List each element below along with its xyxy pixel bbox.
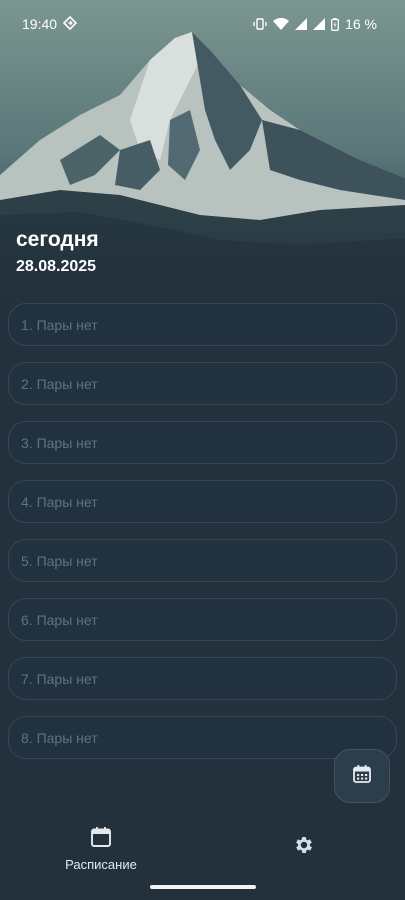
lesson-label: 1. Пары нет — [21, 316, 98, 333]
location-icon — [62, 15, 78, 33]
lesson-card[interactable]: 4. Пары нет — [8, 480, 397, 523]
lesson-card[interactable]: 2. Пары нет — [8, 362, 397, 405]
lesson-card[interactable]: 3. Пары нет — [8, 421, 397, 464]
status-time: 19:40 — [22, 16, 58, 32]
calendar-icon — [90, 826, 112, 853]
lesson-card[interactable]: 6. Пары нет — [8, 598, 397, 641]
nav-item-settings[interactable] — [286, 834, 322, 861]
day-title: сегодня — [16, 228, 99, 251]
calendar-icon — [352, 764, 372, 789]
nav-label-schedule: Расписание — [65, 857, 137, 872]
lesson-card[interactable]: 1. Пары нет — [8, 303, 397, 346]
lesson-card[interactable]: 7. Пары нет — [8, 657, 397, 700]
lesson-label: 8. Пары нет — [21, 729, 98, 746]
lesson-list: 1. Пары нет 2. Пары нет 3. Пары нет 4. П… — [8, 303, 397, 775]
nav-item-schedule[interactable]: Расписание — [58, 826, 144, 872]
lesson-label: 7. Пары нет — [21, 670, 98, 687]
day-header: сегодня 28.08.2025 — [16, 228, 99, 276]
wifi-icon — [273, 18, 290, 30]
lesson-label: 2. Пары нет — [21, 375, 98, 392]
lesson-card[interactable]: 5. Пары нет — [8, 539, 397, 582]
lesson-label: 6. Пары нет — [21, 611, 98, 628]
lesson-label: 5. Пары нет — [21, 552, 98, 569]
home-indicator[interactable] — [150, 885, 256, 889]
lesson-label: 3. Пары нет — [21, 434, 98, 451]
lesson-label: 4. Пары нет — [21, 493, 98, 510]
calendar-fab-button[interactable] — [334, 749, 390, 803]
signal-icon-2 — [313, 18, 326, 30]
date-label: 28.08.2025 — [16, 258, 97, 275]
signal-icon — [295, 18, 308, 30]
vibrate-icon — [253, 18, 267, 30]
battery-percent: 16 % — [345, 16, 377, 32]
battery-icon — [331, 17, 340, 31]
status-bar: 19:40 16 % — [0, 0, 405, 48]
gear-icon — [293, 834, 315, 861]
